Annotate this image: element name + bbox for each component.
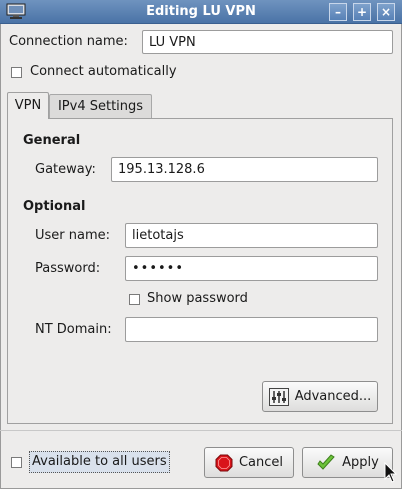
username-input[interactable] <box>125 223 378 248</box>
settings-icon <box>268 387 289 406</box>
connection-name-label: Connection name: <box>9 34 128 49</box>
username-label: User name: <box>35 228 111 243</box>
advanced-button-label: Advanced... <box>294 389 372 404</box>
connection-name-input[interactable] <box>142 30 393 54</box>
tab-vpn[interactable]: VPN <box>7 92 49 119</box>
nt-domain-input[interactable] <box>125 317 378 342</box>
connect-automatically-checkbox[interactable] <box>11 67 22 78</box>
apply-button[interactable]: Apply <box>302 447 393 478</box>
close-button[interactable]: × <box>377 3 395 21</box>
available-to-all-users-checkbox[interactable] <box>11 457 22 468</box>
cancel-button[interactable]: Cancel <box>204 447 294 478</box>
minimize-button[interactable]: – <box>329 3 347 21</box>
apply-button-label: Apply <box>342 455 379 470</box>
general-heading: General <box>23 133 81 148</box>
show-password-checkbox[interactable] <box>129 294 140 305</box>
advanced-button[interactable]: Advanced... <box>262 381 378 412</box>
gateway-input[interactable] <box>111 157 378 182</box>
network-connection-icon <box>6 3 26 19</box>
gateway-label: Gateway: <box>35 162 96 177</box>
stop-icon <box>215 454 233 471</box>
available-to-all-users-label[interactable]: Available to all users <box>29 451 170 473</box>
nt-domain-label: NT Domain: <box>35 322 112 337</box>
maximize-button[interactable]: + <box>353 3 371 21</box>
password-label: Password: <box>35 261 101 276</box>
check-icon <box>317 453 335 470</box>
password-input[interactable] <box>125 256 378 281</box>
connect-automatically-label[interactable]: Connect automatically <box>30 63 177 81</box>
optional-heading: Optional <box>23 199 86 214</box>
mouse-cursor-icon <box>384 462 398 483</box>
tab-ipv4-settings[interactable]: IPv4 Settings <box>49 94 152 118</box>
show-password-label[interactable]: Show password <box>147 290 248 308</box>
cancel-button-label: Cancel <box>238 455 284 470</box>
